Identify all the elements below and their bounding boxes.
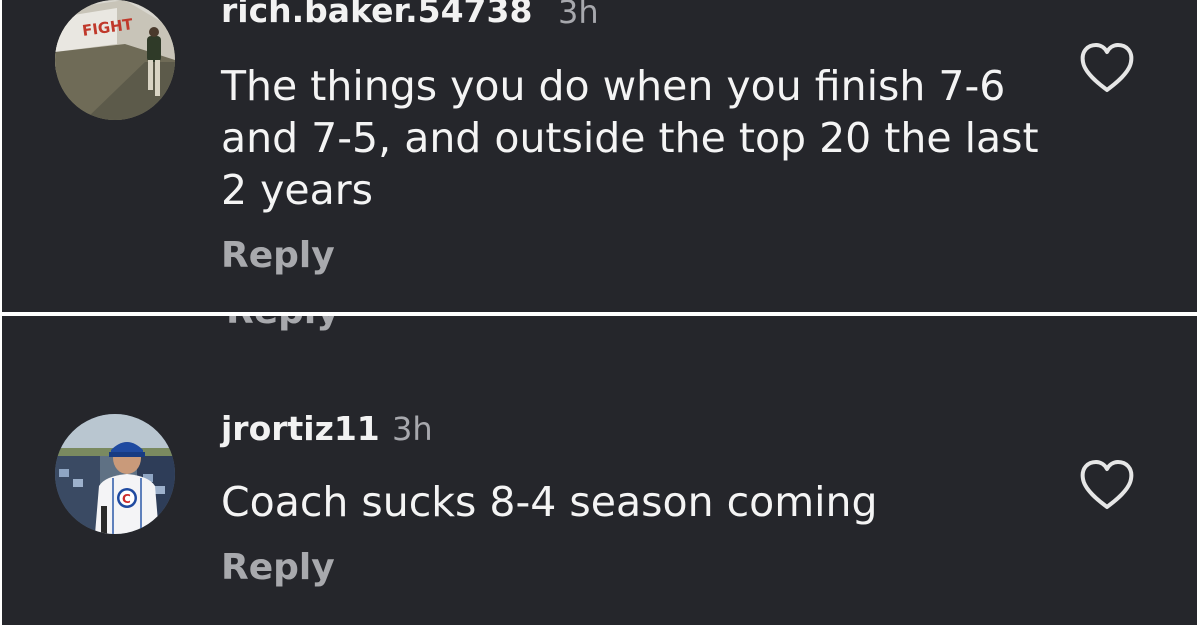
comment-text: The things you do when you finish 7-6 an… bbox=[221, 62, 1039, 214]
comment-text: Coach sucks 8-4 season coming bbox=[221, 478, 878, 526]
avatar-jersey-logo: C bbox=[122, 492, 131, 506]
cut-off-reply-label: Reply bbox=[226, 316, 340, 330]
reply-button[interactable]: Reply bbox=[221, 238, 335, 274]
comment-timestamp: 3h bbox=[392, 410, 433, 448]
like-heart-icon[interactable] bbox=[1079, 459, 1135, 511]
avatar-image: FIGHT bbox=[55, 0, 175, 120]
comment-card-1: FIGHT rich.baker.54738 3h The things you… bbox=[2, 0, 1197, 312]
heart-outline-icon bbox=[1080, 460, 1134, 509]
reply-button[interactable]: Reply bbox=[221, 550, 335, 586]
avatar-image: C bbox=[55, 414, 175, 534]
comment-card-2: Reply C jrortiz11 3h Coach sucks 8-4 sea… bbox=[2, 316, 1197, 625]
heart-outline-icon bbox=[1080, 43, 1134, 92]
avatar-jrortiz11[interactable]: C bbox=[55, 414, 175, 534]
avatar-rich-baker[interactable]: FIGHT bbox=[55, 0, 175, 120]
comment-timestamp: 3h bbox=[558, 0, 599, 31]
comment-username[interactable]: jrortiz11 bbox=[221, 412, 380, 445]
like-heart-icon[interactable] bbox=[1079, 42, 1135, 94]
comment-username[interactable]: rich.baker.54738 bbox=[221, 0, 532, 27]
